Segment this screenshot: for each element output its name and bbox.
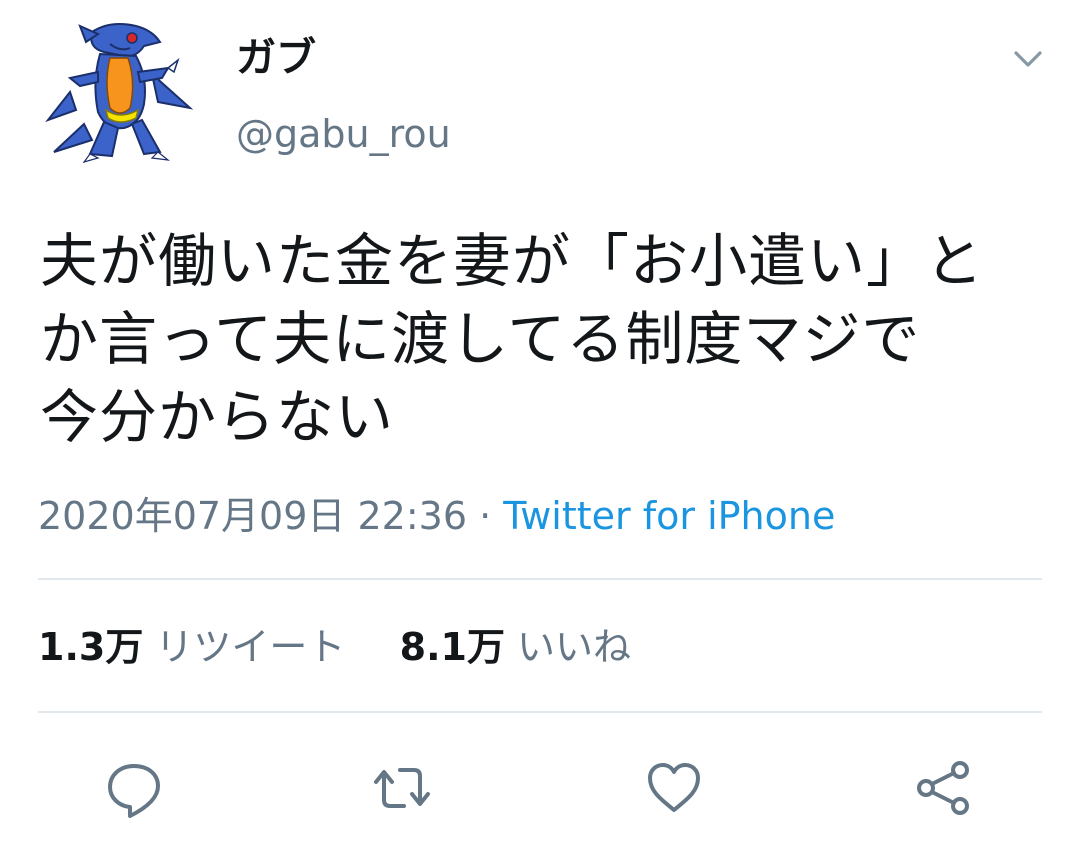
reply-icon <box>108 764 160 818</box>
reply-button[interactable] <box>102 756 166 820</box>
likes-stat[interactable]: 8.1万 いいね <box>400 625 631 669</box>
chevron-down-icon <box>1014 51 1042 67</box>
share-button[interactable] <box>912 756 976 820</box>
likes-count: 8.1万 <box>399 625 505 669</box>
divider <box>38 578 1042 580</box>
heart-icon <box>648 763 700 812</box>
meta-separator: · <box>479 494 492 538</box>
retweets-label: リツイート <box>155 625 346 669</box>
tweet-meta: 2020年07月09日 22:36 · Twitter for iPhone <box>38 492 835 540</box>
retweet-icon <box>374 768 430 808</box>
tweet-text-line: 夫が働いた金を妻が「お小遣い」と <box>40 227 985 295</box>
retweets-count: 1.3万 <box>38 625 144 669</box>
tweet-text: 夫が働いた金を妻が「お小遣い」と か言って夫に渡してる制度マジで 今分からない <box>40 222 1040 456</box>
retweets-stat[interactable]: 1.3万 リツイート <box>38 625 358 669</box>
timestamp[interactable]: 2020年07月09日 22:36 <box>38 494 467 538</box>
garchomp-avatar-icon <box>45 23 194 164</box>
tweet-source-link[interactable]: Twitter for iPhone <box>503 494 835 538</box>
tweet-stats: 1.3万 リツイート 8.1万 いいね <box>38 622 631 672</box>
like-button[interactable] <box>642 756 706 820</box>
avatar[interactable] <box>40 12 200 172</box>
tweet-detail: ガブ @gabu_rou 夫が働いた金を妻が「お小遣い」と か言って夫に渡してる… <box>0 0 1080 861</box>
retweet-button[interactable] <box>370 756 434 820</box>
divider <box>38 711 1042 713</box>
display-name[interactable]: ガブ <box>236 34 316 82</box>
likes-label: いいね <box>517 625 632 669</box>
share-icon <box>917 761 969 815</box>
more-options-button[interactable] <box>1008 38 1048 78</box>
user-handle[interactable]: @gabu_rou <box>236 110 451 158</box>
tweet-text-line: か言って夫に渡してる制度マジで <box>40 305 921 373</box>
tweet-text-line: 今分からない <box>40 383 395 451</box>
